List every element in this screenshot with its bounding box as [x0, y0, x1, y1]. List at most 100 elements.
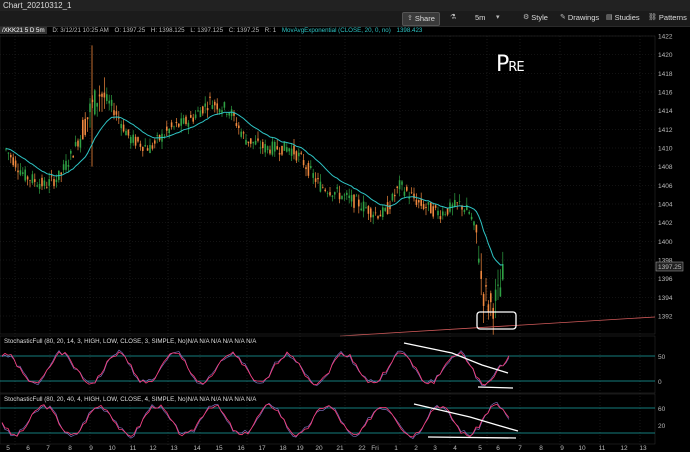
candle-body [295, 151, 298, 161]
stoch1-title[interactable]: StochasticFull (80, 20, 14, 3, HIGH, LOW… [4, 338, 256, 345]
candle-body [53, 179, 55, 187]
price-tick-label: 1414 [658, 108, 673, 115]
candle-body [46, 187, 48, 188]
price-tick-label: 1404 [658, 202, 673, 209]
candle-body [245, 139, 247, 145]
support-line-1[interactable] [477, 386, 514, 389]
candle-body [154, 140, 156, 144]
divergence-line-1[interactable] [403, 342, 509, 374]
candle-body [202, 106, 204, 114]
candle-body [29, 180, 31, 181]
candle-body [338, 192, 341, 200]
price-tick-label: 1412 [658, 127, 673, 134]
time-tick-label: 12 [620, 445, 628, 452]
time-tick-label: 17 [258, 445, 266, 452]
candle-body [466, 204, 468, 211]
candle-body [413, 193, 415, 199]
candle-body [444, 214, 446, 215]
candle-body [214, 101, 216, 106]
candle-body [67, 164, 70, 167]
candle-body [300, 152, 302, 154]
candle-body [84, 118, 86, 135]
candle-body [218, 109, 221, 113]
support-line-2[interactable] [427, 436, 517, 439]
candle-body [168, 128, 170, 134]
candle-body [94, 90, 96, 115]
candle-body [427, 202, 430, 205]
candle-body [259, 147, 262, 149]
candle-body [110, 99, 113, 106]
candle-body [125, 130, 127, 136]
candle-body [235, 123, 238, 126]
grid-lines [0, 35, 656, 445]
candle-body [372, 214, 374, 218]
candle-body [132, 134, 134, 143]
candle-body [353, 194, 355, 208]
candle-body [182, 118, 185, 124]
candle-body [485, 285, 487, 287]
trendline-drawing[interactable] [339, 316, 656, 337]
candle-body [463, 210, 466, 212]
candle-body [211, 105, 214, 109]
time-tick-label: 9 [560, 445, 564, 452]
time-tick-label: 8 [539, 445, 543, 452]
time-tick-label: 18 [279, 445, 287, 452]
candle-body [298, 152, 300, 157]
candle-body [355, 195, 358, 197]
candle-body [362, 201, 365, 212]
price-tick-label: 1394 [658, 295, 673, 302]
stoch2-title[interactable]: StochasticFull (80, 20, 40, 4, HIGH, LOW… [4, 396, 256, 403]
candle-body [106, 94, 108, 102]
time-tick-label: 6 [26, 445, 30, 452]
candle-body [10, 154, 12, 158]
candle-body [403, 191, 406, 196]
candle-body [281, 145, 283, 155]
candle-body [468, 212, 470, 214]
price-candles [5, 45, 504, 335]
candle-body [50, 175, 53, 177]
price-tick-label: 1396 [658, 276, 673, 283]
candle-body [242, 132, 245, 134]
candle-body [432, 206, 434, 217]
candle-body [358, 199, 360, 207]
candle-body [430, 202, 432, 214]
time-tick-label: 3 [433, 445, 437, 452]
time-tick-label: 19 [296, 445, 304, 452]
time-tick-label: 15 [215, 445, 223, 452]
candle-body [36, 185, 38, 187]
candle-body [108, 100, 110, 104]
stoch2-axis-hi: 60 [658, 406, 666, 413]
candle-body [336, 187, 338, 189]
candle-body [22, 172, 24, 175]
candle-body [185, 116, 187, 124]
candle-body [384, 207, 386, 211]
candle-body [12, 157, 14, 166]
candle-body [271, 141, 274, 155]
candle-body [62, 164, 65, 170]
candle-body [180, 118, 182, 126]
candle-body [173, 126, 175, 128]
candle-body [170, 122, 173, 128]
candle-body [137, 137, 139, 142]
candle-body [302, 160, 305, 166]
time-tick-label: 5 [478, 445, 482, 452]
candle-body [14, 160, 17, 168]
candle-body [492, 307, 494, 319]
candle-body [324, 189, 326, 192]
candle-body [394, 194, 396, 197]
candle-body [74, 142, 77, 147]
candle-body [43, 180, 46, 186]
candle-body [257, 138, 259, 141]
candle-body [293, 145, 295, 155]
candle-body [482, 294, 485, 306]
chart-canvas[interactable]: 1422142014181416141414121410140814061404… [0, 0, 690, 452]
candle-body [247, 141, 250, 144]
candle-body [82, 119, 84, 140]
price-tick-label: 1408 [658, 164, 673, 171]
candle-body [101, 93, 103, 97]
candle-body [156, 135, 158, 137]
candle-body [425, 206, 427, 209]
candle-body [254, 140, 257, 145]
candle-body [149, 144, 151, 154]
candle-body [34, 179, 36, 182]
